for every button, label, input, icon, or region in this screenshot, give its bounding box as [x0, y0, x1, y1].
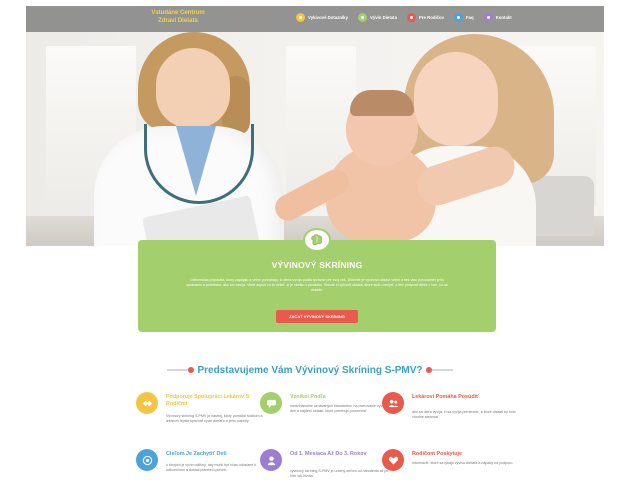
feature-icon-wrap — [382, 392, 404, 414]
doctor-face — [156, 48, 230, 128]
circle-icon — [454, 13, 464, 22]
target-icon — [142, 455, 152, 465]
baby-icon — [267, 455, 275, 465]
section-heading: Predstavujeme Vám Vývinový Skríning S-PM… — [160, 362, 460, 378]
feature-title: Od 1. Mesiaca Až Do 3. Rokov — [290, 451, 367, 457]
mother-face — [414, 52, 498, 146]
feature-item: Podporuje Spolupráci Lekárov S Rodičmi V… — [136, 392, 276, 446]
circle-icon — [296, 13, 305, 22]
start-screening-button[interactable]: ZAČAŤ VÝVINOVÝ SKRÍNING — [276, 310, 358, 323]
nav-label: Pre Rodičov — [418, 15, 445, 20]
feature-item: Lekárovi Pomáha Posúdiť ako sa dieťa vyv… — [382, 392, 522, 446]
screening-panel: VÝVINOVÝ SKRÍNING Odborníčka pripravila,… — [138, 228, 496, 332]
feature-text: Vývinový skríning S-PMV je nástroj, ktor… — [166, 414, 263, 423]
feature-text: vývinový skríning S-PMV je určený deťom … — [290, 469, 389, 478]
brain-icon — [311, 234, 323, 246]
nav-item-rodicov[interactable]: Pre Rodičov — [406, 13, 445, 22]
feature-item: Cieľom Je Zachytiť Deti u ktorých je výv… — [136, 449, 276, 494]
heading-decoration — [425, 367, 453, 373]
panel-description: Odborníčka pripravila, ktorý zapájajú a … — [186, 278, 448, 293]
feature-item: Vznikol Podľa medzinárodne uznávaných št… — [260, 392, 400, 446]
nav-label: Kontakt — [495, 15, 512, 20]
heading-decoration — [167, 367, 195, 373]
feature-title: Cieľom Je Zachytiť Deti — [166, 451, 227, 457]
circle-icon — [406, 13, 416, 22]
nav-item-dotazniky[interactable]: Vykivové Dotazníky — [296, 13, 348, 22]
nav-label: Faq — [466, 15, 474, 20]
feature-title: Lekárovi Pomáha Posúdiť — [412, 394, 479, 400]
nav-item-faq[interactable]: Faq — [454, 13, 474, 22]
nav-label: Vývin Dietata — [369, 15, 397, 20]
panel-badge — [303, 228, 331, 252]
feature-icon-wrap — [260, 449, 282, 471]
feature-title: Rodičom Poskytuje — [412, 451, 463, 457]
feature-title: Podporuje Spolupráci Lekárov S Rodičmi — [166, 394, 250, 407]
circle-icon — [483, 13, 493, 22]
chat-icon — [266, 399, 276, 408]
brand-line-2: Zdraví Dietata — [158, 18, 198, 24]
site-logo[interactable]: Vstudáne Centrum Zdraví Dietata — [138, 9, 218, 25]
feature-text: ako sa dieťa vyvíja, či sa vyvíja primer… — [412, 410, 516, 419]
nav-label: Vykivové Dotazníky — [308, 15, 348, 20]
feature-icon-wrap — [382, 449, 404, 471]
baby-hair — [350, 90, 414, 116]
nav-item-vyvin[interactable]: Vývin Dietata — [357, 13, 397, 22]
heart-icon — [388, 456, 398, 465]
feature-text: informácie, ktoré sa týkajú vývinu dieťa… — [412, 461, 514, 465]
feature-text: u ktorých je vývin odlišný, aby mohli by… — [166, 463, 257, 472]
panel-title: VÝVINOVÝ SKRÍNING — [271, 260, 363, 270]
main-menu: Vykivové Dotazníky Vývin Dietata Pre Rod… — [296, 13, 512, 22]
section-title: Predstavujeme Vám Vývinový Skríning S-PM… — [197, 364, 423, 376]
top-navbar: Vstudáne Centrum Zdraví Dietata Vykivové… — [26, 6, 604, 32]
people-icon — [388, 399, 398, 407]
feature-item: Rodičom Poskytuje informácie, ktoré sa t… — [382, 449, 522, 494]
feature-title: Vznikol Podľa — [290, 394, 326, 400]
brand-line-1: Vstudáne Centrum — [151, 10, 205, 16]
handshake-icon — [142, 400, 152, 406]
feature-icon-wrap — [136, 449, 158, 471]
feature-icon-wrap — [136, 392, 158, 414]
circle-icon — [357, 13, 367, 22]
feature-icon-wrap — [260, 392, 282, 414]
nav-item-kontakt[interactable]: Kontakt — [483, 13, 512, 22]
hero-photo — [26, 6, 604, 246]
feature-text: medzinárodne uznávaných štandardov, na o… — [290, 404, 388, 413]
feature-item: Od 1. Mesiaca Až Do 3. Rokov vývinový sk… — [260, 449, 400, 494]
